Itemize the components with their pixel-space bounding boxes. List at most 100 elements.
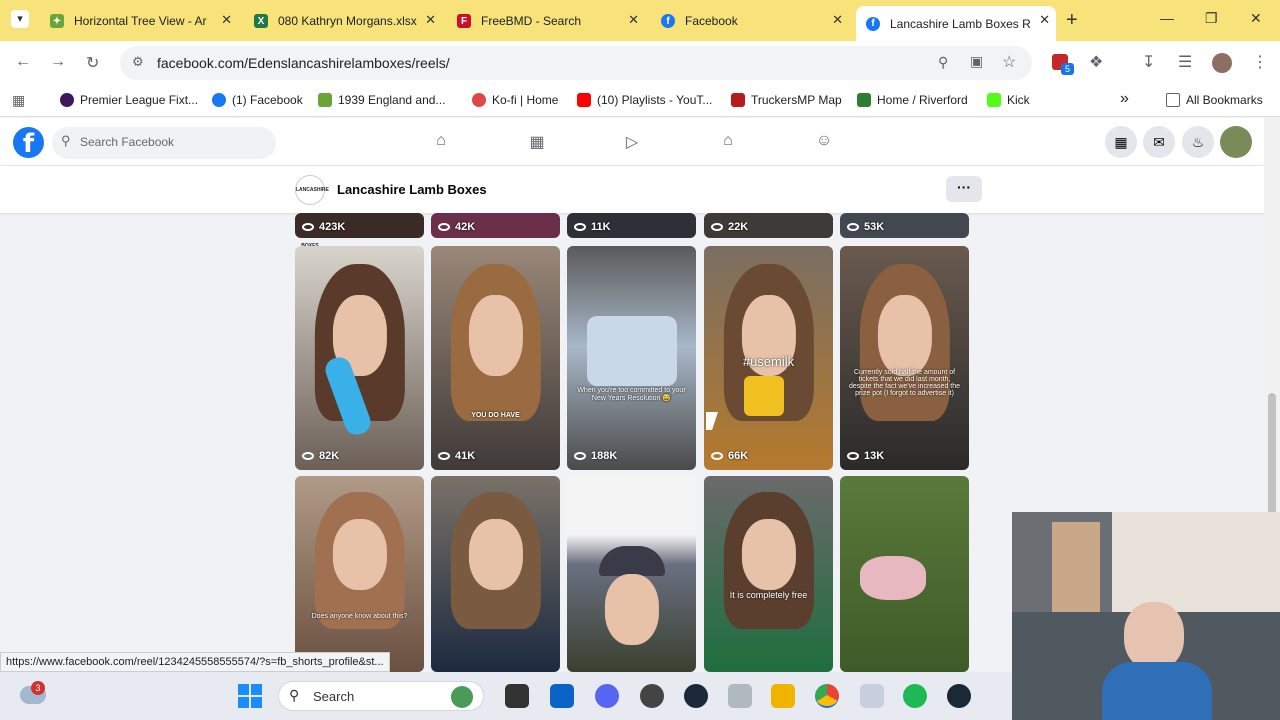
bee-mug-icon (744, 376, 784, 416)
file-explorer-icon[interactable] (771, 684, 795, 708)
facebook-icon (212, 93, 226, 107)
eye-icon (302, 223, 314, 231)
close-window-icon[interactable]: ✕ (1250, 10, 1262, 27)
view-count: 423K (302, 221, 345, 233)
extensions-puzzle-icon[interactable]: ❖ (1089, 52, 1103, 72)
tab-title: Facebook (685, 14, 738, 28)
groups-icon[interactable]: ☺ (814, 132, 834, 152)
chrome-icon[interactable] (815, 684, 839, 708)
minimize-icon[interactable]: — (1160, 10, 1174, 26)
taskbar-search-label: Search (313, 689, 355, 704)
page-logo[interactable]: LANCASHIRE LAMB BOXES (295, 175, 329, 249)
marketplace-icon[interactable]: ⌂ (718, 132, 738, 152)
reel-card[interactable]: Currently sold half the amount of ticket… (840, 246, 969, 470)
weather-badge: 3 (31, 681, 45, 695)
home-icon[interactable]: ⌂ (431, 132, 451, 152)
task-view-icon[interactable] (505, 684, 529, 708)
tab-2[interactable]: F FreeBMD - Search ✕ (447, 8, 645, 34)
tab-1[interactable]: X 080 Kathryn Morgans.xlsx ✕ (244, 8, 442, 34)
spotify-icon[interactable] (903, 684, 927, 708)
bookmark-kick[interactable]: Kick (987, 93, 1030, 107)
reel-thumbnail-face (741, 519, 796, 590)
all-bookmarks[interactable]: All Bookmarks (1166, 93, 1263, 107)
menu-grid-icon[interactable]: ▦ (1105, 126, 1137, 158)
steam-icon-2[interactable] (947, 684, 971, 708)
install-icon[interactable]: ▣ (970, 53, 983, 70)
facebook-search-input[interactable]: ⚲ Search Facebook (52, 127, 276, 159)
reel-card[interactable]: 11K (567, 213, 696, 238)
view-count: 82K (302, 450, 339, 462)
eye-icon (438, 452, 450, 460)
webcam-person-shirt (1102, 662, 1212, 720)
bookmark-1939-england[interactable]: 1939 England and... (318, 93, 445, 107)
close-tab-icon[interactable]: ✕ (425, 12, 436, 28)
view-count-text: 42K (455, 221, 476, 233)
reel-card[interactable]: 22K (704, 213, 833, 238)
reel-card[interactable]: It is completely free (704, 476, 833, 672)
reload-icon[interactable]: ↻ (86, 53, 99, 73)
forward-icon[interactable]: → (50, 53, 66, 71)
reel-card[interactable]: 423K (295, 213, 424, 238)
bookmark-youtube[interactable]: (10) Playlists - YouT... (577, 93, 712, 107)
messenger-icon[interactable]: ✉ (1143, 126, 1175, 158)
address-bar[interactable]: ⚙ facebook.com/Edenslancashirelamboxes/r… (120, 46, 1032, 80)
tab-3[interactable]: f Facebook ✕ (651, 8, 849, 34)
facebook-logo-icon[interactable]: f (13, 127, 44, 159)
close-tab-icon[interactable]: ✕ (832, 12, 843, 28)
tab-search-button[interactable]: ▾ (11, 10, 29, 28)
snipping-tool-icon[interactable] (860, 684, 884, 708)
bookmark-truckersmp[interactable]: TruckersMP Map (731, 93, 842, 107)
eye-icon (847, 223, 859, 231)
bookmark-riverford[interactable]: Home / Riverford (857, 93, 968, 107)
view-count: 13K (847, 450, 884, 462)
close-tab-icon[interactable]: ✕ (221, 12, 232, 28)
outlook-icon[interactable] (550, 684, 574, 708)
notifications-icon[interactable]: ♨ (1182, 126, 1214, 158)
more-bookmarks-button[interactable]: » (1120, 90, 1129, 108)
close-tab-icon[interactable]: ✕ (1039, 12, 1050, 28)
reel-card[interactable]: When you're too committed to your New Ye… (567, 246, 696, 470)
back-icon[interactable]: ← (15, 53, 31, 71)
restore-icon[interactable]: ❐ (1205, 10, 1218, 27)
reel-card[interactable] (840, 476, 969, 672)
reel-card[interactable]: #usemilk 66K (704, 246, 833, 470)
page-name[interactable]: Lancashire Lamb Boxes (337, 182, 487, 197)
truck-sim-icon[interactable] (728, 684, 752, 708)
apps-grid-icon[interactable]: ▦ (12, 92, 25, 109)
bookmark-premier-league[interactable]: Premier League Fixt... (60, 93, 198, 107)
discord-icon[interactable] (595, 684, 619, 708)
reel-card[interactable]: YOU DO HAVE 41K (431, 246, 560, 470)
reel-thumbnail-face (468, 519, 523, 590)
site-info-icon[interactable]: ⚙ (132, 54, 144, 70)
tab-title: Horizontal Tree View - Ar (74, 14, 207, 28)
bookmark-star-icon[interactable]: ☆ (1002, 52, 1016, 72)
page-more-button[interactable]: ··· (946, 176, 982, 202)
webcam-wall (1112, 512, 1280, 612)
reel-card[interactable] (567, 476, 696, 672)
tab-0[interactable]: ✦ Horizontal Tree View - Ar ✕ (40, 8, 238, 34)
bookmark-kofi[interactable]: Ko-fi | Home (472, 93, 558, 107)
media-control-icon[interactable]: ☰ (1178, 52, 1192, 72)
reel-card[interactable]: 42K (431, 213, 560, 238)
profile-avatar[interactable] (1212, 53, 1232, 73)
menu-icon[interactable]: ⋮ (1252, 52, 1268, 72)
reel-card[interactable] (431, 476, 560, 672)
feeds-icon[interactable]: ▦ (527, 132, 547, 152)
reel-card[interactable]: 53K (840, 213, 969, 238)
zoom-icon[interactable]: ⚲ (938, 54, 948, 71)
eye-icon (438, 223, 450, 231)
steam-icon[interactable] (684, 684, 708, 708)
bookmark-label: (10) Playlists - YouT... (597, 93, 713, 107)
windows-start-icon[interactable] (238, 684, 262, 708)
reel-card[interactable]: 82K (295, 246, 424, 470)
reel-card[interactable]: Does anyone know about this? (295, 476, 424, 672)
bookmark-facebook[interactable]: (1) Facebook (212, 93, 303, 107)
account-avatar[interactable] (1220, 126, 1252, 158)
close-tab-icon[interactable]: ✕ (628, 12, 639, 28)
app-icon[interactable] (640, 684, 664, 708)
new-tab-button[interactable]: + (1066, 9, 1078, 32)
taskbar-search-input[interactable]: ⚲ Search (278, 681, 484, 711)
downloads-icon[interactable]: ↧ (1142, 52, 1155, 72)
video-icon[interactable]: ▷ (622, 132, 642, 152)
tab-4-active[interactable]: f Lancashire Lamb Boxes R ✕ (856, 6, 1056, 41)
